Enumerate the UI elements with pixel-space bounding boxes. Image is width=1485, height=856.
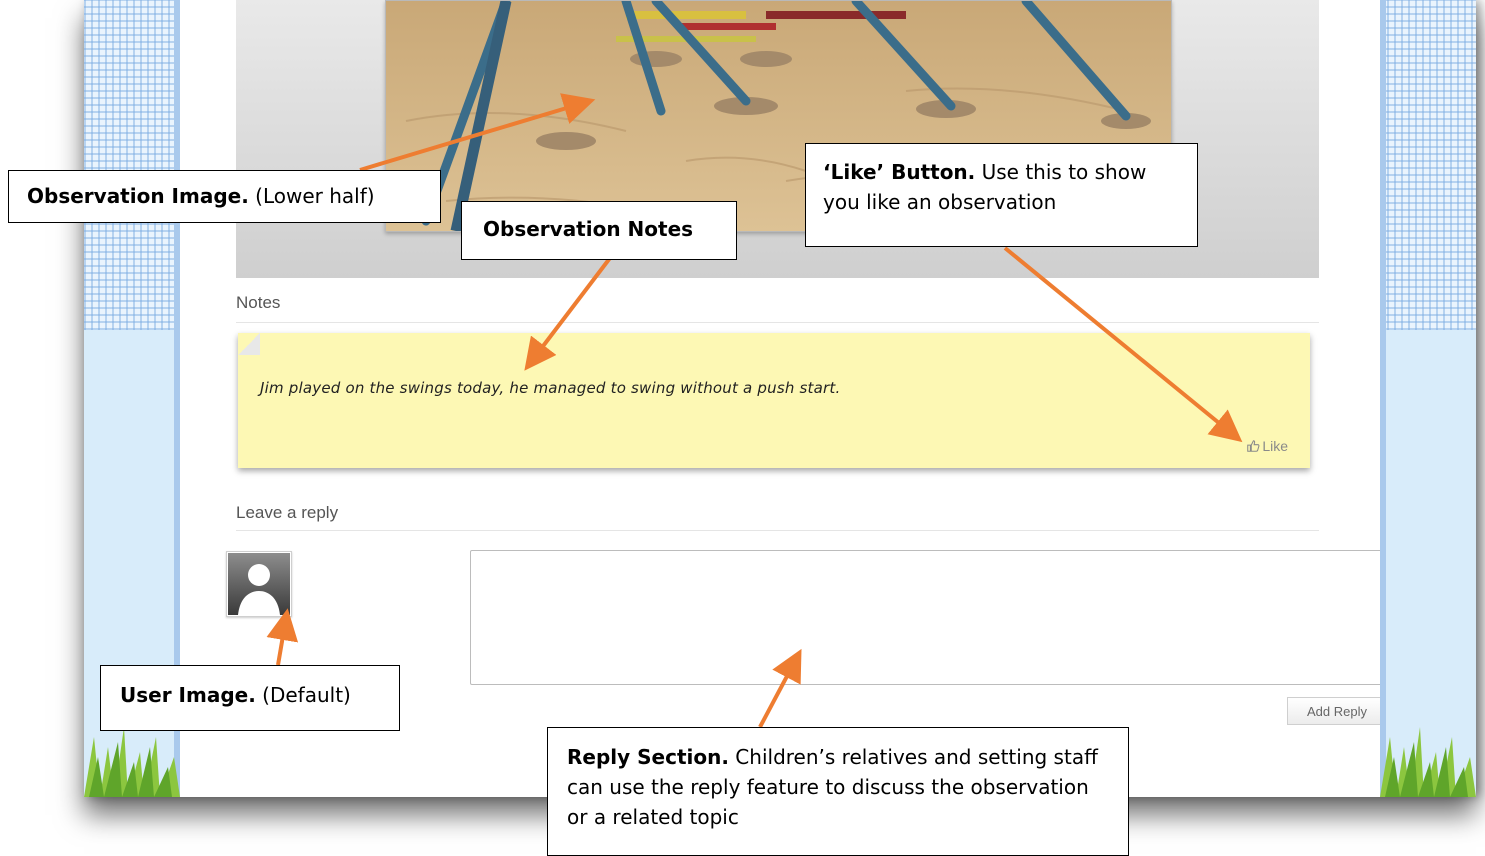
like-button-callout: ‘Like’ Button. Use this to show you like… [805, 143, 1198, 247]
notes-divider [236, 322, 1319, 323]
note-text: Jim played on the swings today, he manag… [260, 379, 841, 397]
like-button[interactable]: Like [1246, 438, 1288, 454]
observation-notes-callout: Observation Notes [461, 201, 737, 260]
reply-divider [236, 530, 1319, 531]
add-reply-button[interactable]: Add Reply [1287, 697, 1387, 725]
thumbs-up-icon [1247, 440, 1260, 452]
reply-section-callout: Reply Section. Children’s relatives and … [547, 727, 1129, 856]
callout-title: ‘Like’ Button. [823, 160, 976, 184]
user-image-callout: User Image. (Default) [100, 665, 400, 731]
like-label: Like [1262, 438, 1288, 454]
grass-decoration [1380, 727, 1476, 797]
callout-title: User Image. [120, 683, 256, 707]
avatar [226, 551, 292, 617]
default-user-icon [238, 564, 280, 615]
right-decorative-border [1380, 0, 1476, 797]
observation-image-callout: Observation Image. (Lower half) [8, 170, 441, 223]
notes-heading: Notes [236, 293, 281, 312]
callout-detail: (Default) [255, 683, 351, 707]
callout-title: Observation Notes [483, 217, 694, 241]
reply-heading: Leave a reply [236, 503, 339, 522]
reply-textarea[interactable] [470, 550, 1400, 685]
callout-title: Reply Section. [567, 745, 729, 769]
callout-title: Observation Image. [27, 184, 249, 208]
note-folded-corner [238, 333, 260, 355]
observation-note: Jim played on the swings today, he manag… [238, 333, 1310, 468]
callout-detail: (Lower half) [248, 184, 375, 208]
